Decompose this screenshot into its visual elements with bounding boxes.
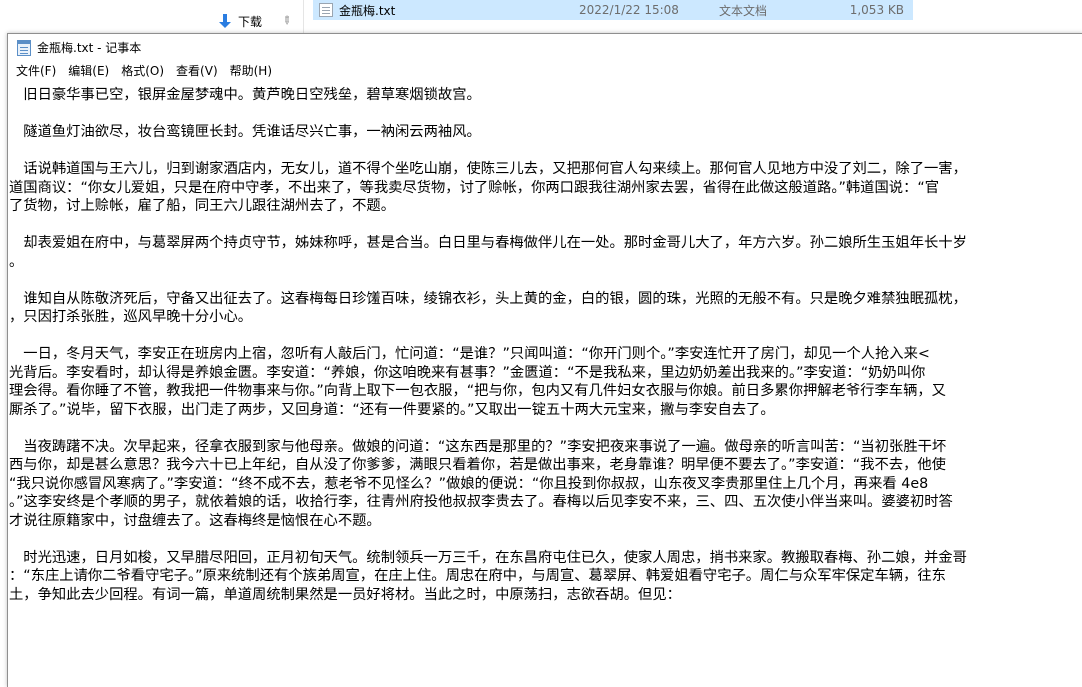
menu-file[interactable]: 文件(F)	[10, 61, 62, 82]
text-line: 土，争知此去少回程。有词一篇，单道周统制果然是一员好将材。当此之时，中原荡扫，志…	[9, 586, 681, 603]
menu-view[interactable]: 查看(V)	[170, 61, 224, 82]
text-line: 谁知自从陈敬济死后，守备又出征去了。这春梅每日珍馐百味，绫锦衣衫，头上黄的金，白…	[9, 290, 967, 307]
text-line: 旧日豪华事已空，银屏金屋梦魂中。黄芦晚日空残垒，碧草寒烟锁故宫。	[9, 87, 481, 103]
text-line: ：“东庄上请你二爷看守宅子。”原来统制还有个族弟周宣，在庄上住。周忠在府中，与周…	[9, 568, 946, 584]
text-line: 光背后。李安看时，却认得是养娘金匮。李安道：“养娘，你这咱晚来有甚事？”金匮道：…	[9, 364, 926, 381]
text-line: 却表爱姐在府中，与葛翠屏两个持贞守节，姊妹称呼，甚是合当。白日里与春梅做伴儿在一…	[9, 235, 967, 251]
text-line: 话说韩道国与王六儿，归到谢家酒店内，无女儿，道不得个坐吃山崩，使陈三儿去，又把那…	[9, 161, 967, 177]
text-line: 了货物，讨上赊帐，雇了船，同王六儿跟往湖州去了，不题。	[9, 198, 396, 214]
menu-format[interactable]: 格式(O)	[115, 61, 170, 82]
text-line: 厮杀了。”说毕，留下衣服，出门走了两步，又回身道：“还有一件要紧的。”又取出一锭…	[9, 401, 775, 418]
file-size: 1,053 KB	[849, 3, 904, 17]
file-explorer-background: 下载 ✎ 金瓶梅.txt 2022/1/22 15:08 文本文档 1,053 …	[0, 0, 1082, 33]
window-title: 金瓶梅.txt - 记事本	[37, 41, 142, 55]
text-line: 才说往原籍家中，讨盘缠去了。这春梅终是恼恨在心不题。	[9, 512, 381, 529]
nav-item-downloads[interactable]: 下载	[218, 12, 262, 30]
text-editor-area[interactable]: 旧日豪华事已空，银屏金屋梦魂中。黄芦晚日空残垒，碧草寒烟锁故宫。 隧道鱼灯油欲尽…	[8, 84, 1082, 687]
text-line: 西与你，却是甚么意思？我今六十已上年纪，自从没了你爹爹，满眼只看着你，若是做出事…	[9, 457, 946, 473]
file-date: 2022/1/22 15:08	[579, 3, 679, 17]
text-line: “我只说你感冒风寒病了。”李安道：“终不成不去，惹老爷不见怪么？”做娘的便说：“…	[9, 475, 929, 492]
text-line: 时光迅速，日月如梭，又早腊尽阳回，正月初旬天气。统制领兵一万三千，在东昌府屯住已…	[9, 549, 967, 566]
nav-item-downloads-label: 下载	[238, 14, 263, 29]
title-bar[interactable]: 金瓶梅.txt - 记事本	[8, 34, 1082, 61]
text-line: ，只因打杀张胜，巡风早晚十分小心。	[9, 309, 253, 325]
text-line: 隧道鱼灯油欲尽，妆台鸾镜匣长封。凭谁话尽兴亡事，一衲闲云两袖风。	[9, 124, 481, 140]
notepad-window: 金瓶梅.txt - 记事本 文件(F) 编辑(E) 格式(O) 查看(V) 帮助…	[7, 33, 1082, 687]
text-file-icon	[319, 3, 333, 17]
menu-help[interactable]: 帮助(H)	[224, 61, 278, 82]
text-line	[9, 216, 1082, 235]
text-line	[9, 142, 1082, 161]
text-line: 理会得。看你睡了不管，教我把一件物事来与你。”向背上取下一包衣服，“把与你，包内…	[9, 383, 946, 399]
text-line	[9, 419, 1082, 438]
text-line: 。	[9, 253, 24, 270]
download-arrow-icon	[218, 13, 232, 29]
text-line	[9, 327, 1082, 346]
text-line: 。”这李安终是个孝顺的男子，就依着娘的话，收拾行李，往青州府投他叔叔李贵去了。春…	[9, 494, 953, 510]
menu-edit[interactable]: 编辑(E)	[62, 61, 115, 82]
notepad-app-icon	[17, 39, 31, 56]
text-line: 道国商议：“你女儿爱姐，只是在府中守孝，不出来了，等我卖尽货物，讨了赊帐，你两口…	[9, 179, 940, 196]
file-row-selected[interactable]: 金瓶梅.txt 2022/1/22 15:08 文本文档 1,053 KB	[313, 0, 913, 20]
text-line	[9, 105, 1082, 124]
file-type: 文本文档	[719, 3, 768, 18]
text-line: 一日，冬月天气，李安正在班房内上宿，忽听有人敲后门，忙问道：“是谁？”只闻叫道：…	[9, 346, 930, 362]
text-line	[9, 271, 1082, 290]
text-line: 当夜踌躇不决。次早起来，径拿衣服到家与他母亲。做娘的问道：“这东西是那里的？”李…	[9, 438, 947, 455]
file-name: 金瓶梅.txt	[339, 3, 396, 18]
text-line	[9, 530, 1082, 549]
menu-bar: 文件(F) 编辑(E) 格式(O) 查看(V) 帮助(H)	[8, 61, 1082, 82]
